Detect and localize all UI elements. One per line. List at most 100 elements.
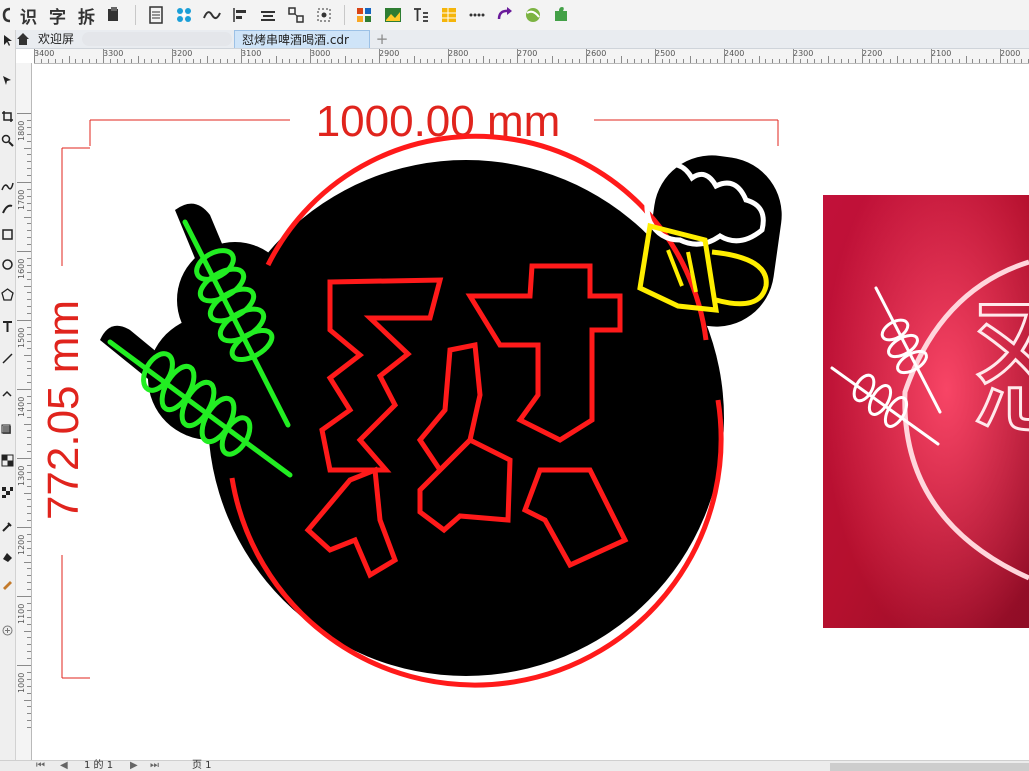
connector-tool-icon[interactable] xyxy=(1,386,14,399)
height-dimension-label: 772.05 mm xyxy=(39,300,88,520)
page-navigation-bar: ⏮ ◀ 1 的 1 ▶ ⏭ 页 1 xyxy=(0,760,1029,771)
wave-curve-icon[interactable] xyxy=(198,3,226,27)
ruler-tick xyxy=(268,59,270,63)
polygon-tool-icon[interactable] xyxy=(1,288,14,301)
ruler-tick xyxy=(544,59,546,63)
drawing-canvas[interactable]: 1000.00 mm 772.05 mm xyxy=(32,64,1029,760)
tab-document[interactable]: 怼烤串啤酒喝酒.cdr xyxy=(234,30,370,48)
text-columns-icon[interactable] xyxy=(407,3,435,27)
neon-preview-photo[interactable]: 怼 xyxy=(823,195,1029,628)
ruler-tick xyxy=(765,59,767,63)
freehand-tool-icon[interactable] xyxy=(1,180,14,193)
neon-sign-artwork[interactable] xyxy=(100,133,789,688)
ellipse-tool-icon[interactable] xyxy=(1,258,14,271)
ruler-tick xyxy=(254,59,256,63)
ruler-tick xyxy=(558,59,560,63)
ruler-tick xyxy=(448,49,449,63)
ruler-tick xyxy=(889,59,891,63)
ruler-tick xyxy=(27,623,31,625)
ruler-tick xyxy=(606,59,608,63)
ruler-tick xyxy=(27,382,31,384)
selection-box-icon[interactable] xyxy=(310,3,338,27)
eyedropper-icon[interactable] xyxy=(1,520,14,533)
redo-arrow-icon[interactable] xyxy=(491,3,519,27)
main-toolbar: 识字拆 xyxy=(0,0,1029,31)
ruler-tick xyxy=(385,59,387,63)
ruler-tick xyxy=(758,56,760,63)
ruler-tick xyxy=(330,59,332,63)
ruler-tick xyxy=(27,444,31,446)
rectangle-tool-icon[interactable] xyxy=(1,228,14,241)
home-icon xyxy=(17,33,29,45)
document-tabbar: 欢迎屏 怼烤串啤酒喝酒.cdr + xyxy=(0,30,1029,49)
drop-shadow-icon[interactable] xyxy=(1,424,14,437)
zoom-tool-icon[interactable] xyxy=(1,134,14,147)
artistic-media-icon[interactable] xyxy=(1,202,14,215)
ruler-tick xyxy=(689,56,691,63)
ruler-tick xyxy=(27,568,31,570)
ruler-tick xyxy=(530,59,532,63)
ruler-tick xyxy=(96,59,98,63)
ruler-tick xyxy=(855,59,857,63)
puzzle-icon[interactable] xyxy=(547,3,575,27)
ruler-tick xyxy=(841,59,843,63)
align-center-icon[interactable] xyxy=(254,3,282,27)
ruler-tick xyxy=(27,547,31,549)
ruler-tick xyxy=(827,56,829,63)
crop-tool-icon[interactable] xyxy=(1,110,14,123)
ruler-tick xyxy=(24,561,31,563)
height-dimension[interactable]: 772.05 mm xyxy=(39,147,90,679)
ruler-tick xyxy=(489,59,491,63)
ruler-tick xyxy=(89,59,91,63)
clipboard-icon[interactable] xyxy=(101,3,129,27)
ruler-tick xyxy=(316,59,318,63)
ruler-tick xyxy=(27,395,31,397)
text-tool-icon[interactable] xyxy=(1,320,14,333)
ruler-tick xyxy=(185,59,187,63)
checker-icon[interactable] xyxy=(1,486,14,499)
ball-icon[interactable] xyxy=(519,3,547,27)
text-tool-button[interactable]: 识 xyxy=(14,3,43,28)
ruler-tick xyxy=(289,59,291,63)
tab-welcome[interactable]: 欢迎屏 xyxy=(12,30,232,48)
ruler-tick xyxy=(27,616,31,618)
document-icon[interactable] xyxy=(142,3,170,27)
add-tool-icon[interactable] xyxy=(1,624,14,637)
ruler-tick xyxy=(944,59,946,63)
ruler-tick xyxy=(27,119,31,121)
parallel-dimension-icon[interactable] xyxy=(1,352,14,365)
align-left-icon[interactable] xyxy=(226,3,254,27)
ruler-top-label: 3200 xyxy=(172,49,193,58)
grid-yellow-icon[interactable] xyxy=(435,3,463,27)
font-tool-button[interactable]: 字 xyxy=(43,3,72,28)
ruler-tick xyxy=(116,59,118,63)
color-palette-icon[interactable] xyxy=(351,3,379,27)
app-logo-icon xyxy=(0,3,14,27)
ruler-tick xyxy=(27,727,31,729)
ruler-tick xyxy=(17,389,31,390)
ruler-tick xyxy=(862,49,863,63)
split-tool-button[interactable]: 拆 xyxy=(72,3,101,28)
shape-tool-icon[interactable] xyxy=(1,74,14,87)
vertical-ruler[interactable]: 1800 1700 1600 1500 1400 1300 1200 1100 1000 xyxy=(16,63,32,760)
pick-tool-icon[interactable] xyxy=(1,34,14,47)
transparency-tool-icon[interactable] xyxy=(1,454,14,467)
smart-fill-icon[interactable] xyxy=(1,578,14,591)
add-tab-button[interactable]: + xyxy=(373,30,391,48)
ruler-tick xyxy=(27,161,31,163)
image-frame-icon[interactable] xyxy=(379,3,407,27)
transform-icon[interactable] xyxy=(282,3,310,27)
ruler-tick xyxy=(40,59,42,63)
ruler-tick xyxy=(365,59,367,63)
ruler-tick xyxy=(399,59,401,63)
node-grid-icon[interactable] xyxy=(170,3,198,27)
horizontal-ruler[interactable]: 3400 3300 3200 3100 3000 2900 2800 2700 2600 2500… xyxy=(34,49,1029,64)
ruler-tick xyxy=(27,589,31,591)
preview-character: 怼 xyxy=(970,282,1029,456)
ruler-tick xyxy=(413,56,415,63)
ruler-left-label: 1000 xyxy=(17,672,26,693)
toolbox xyxy=(0,30,16,760)
ruler-left-label: 1500 xyxy=(17,327,26,348)
dots-row-icon[interactable] xyxy=(463,3,491,27)
interactive-fill-icon[interactable] xyxy=(1,550,14,563)
